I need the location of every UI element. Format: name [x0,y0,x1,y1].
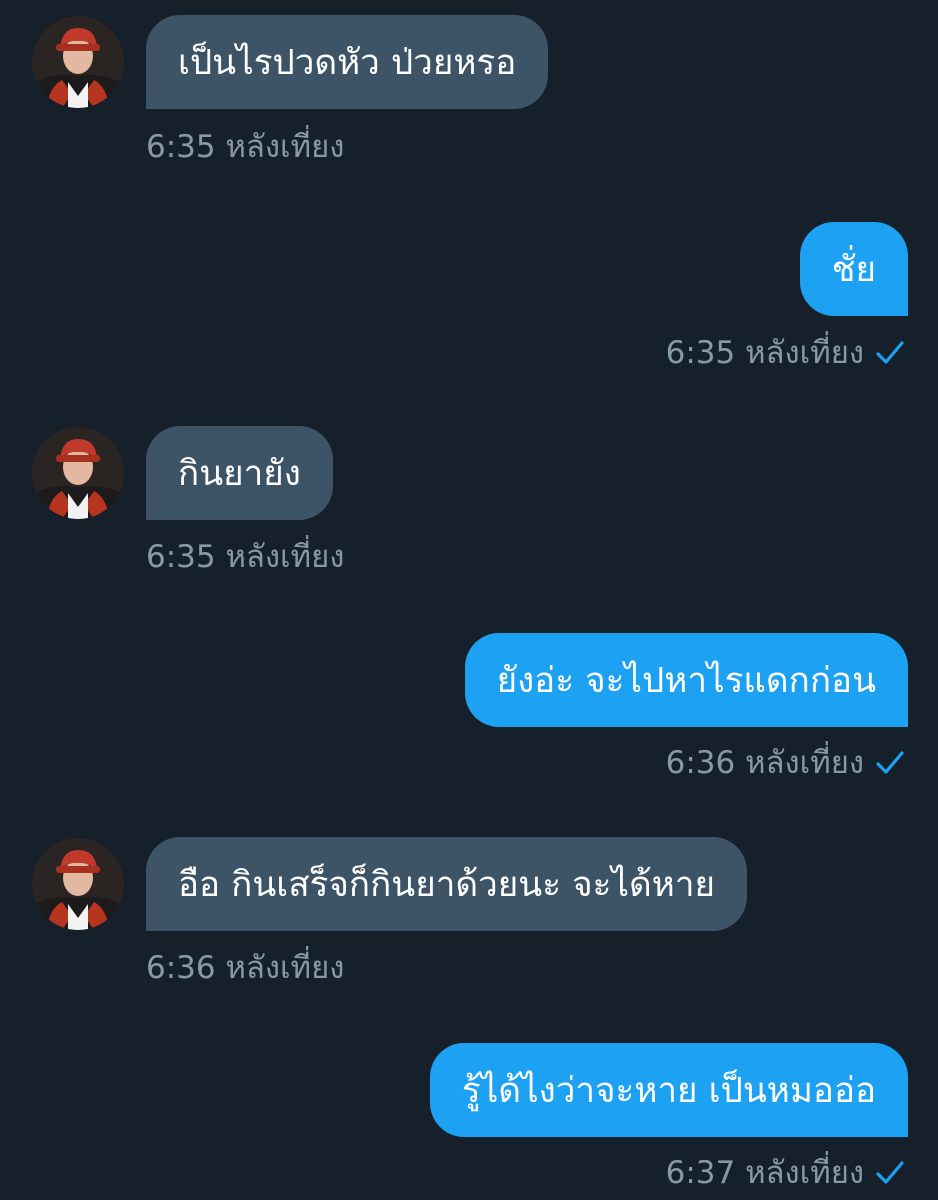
message-timestamp-row: 6:36 หลังเที่ยง [666,743,904,783]
message-timestamp: 6:36 หลังเที่ยง [146,950,345,986]
message-timestamp-row: 6:37 หลังเที่ยง [666,1153,904,1193]
message-bubble-outgoing[interactable]: รู้ได้ไงว่าจะหาย เป็นหมออ่อ [429,1043,908,1137]
checkmark-icon [876,340,904,366]
message-bubble-incoming[interactable]: เป็นไรปวดหัว ป่วยหรอ [146,15,549,109]
message-timestamp: 6:35 หลังเที่ยง [665,335,864,371]
message-timestamp: 6:35 หลังเที่ยง [146,129,345,165]
user-avatar[interactable] [32,427,124,519]
message-timestamp: 6:37 หลังเที่ยง [665,1155,864,1191]
message-bubble-outgoing[interactable]: ชั่ย [799,222,908,316]
message-bubble-outgoing[interactable]: ยังอ่ะ จะไปหาไรแดกก่อน [464,633,908,727]
message-bubble-incoming[interactable]: อือ กินเสร็จก็กินยาด้วยนะ จะได้หาย [146,837,747,931]
user-avatar[interactable] [32,838,124,930]
message-timestamp-row: 6:35 หลังเที่ยง [666,333,904,373]
checkmark-icon [876,750,904,776]
message-timestamp: 6:36 หลังเที่ยง [665,745,864,781]
checkmark-icon [876,1160,904,1186]
user-avatar[interactable] [32,16,124,108]
message-timestamp: 6:35 หลังเที่ยง [146,539,345,575]
message-bubble-incoming[interactable]: กินยายัง [146,426,333,520]
